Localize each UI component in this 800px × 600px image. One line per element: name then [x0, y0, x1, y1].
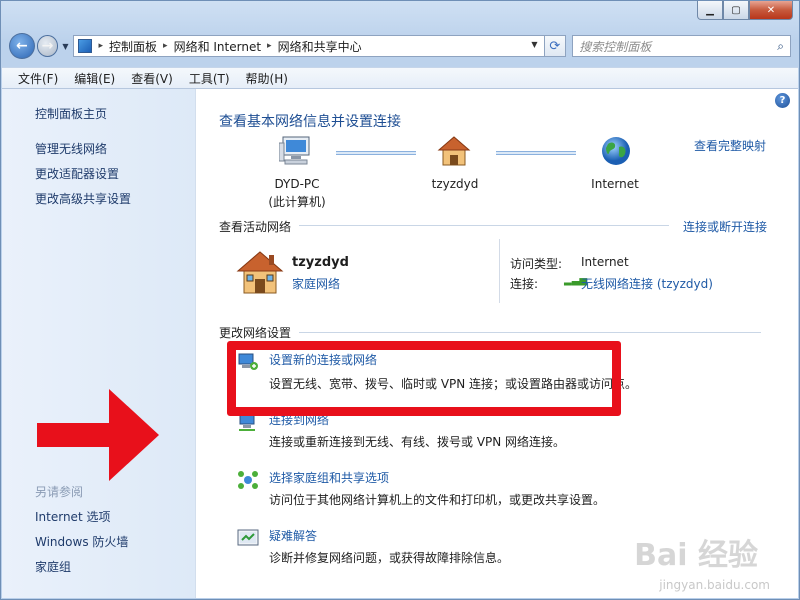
node-label: tzyzdyd — [431, 177, 479, 191]
maximize-button[interactable]: ▢ — [723, 1, 749, 20]
search-placeholder: 搜索控制面板 — [579, 39, 652, 54]
refresh-icon: ⟳ — [549, 38, 561, 54]
search-icon[interactable]: ⌕ — [777, 39, 784, 54]
menu-file[interactable]: 文件(F) — [10, 70, 66, 87]
vertical-divider — [499, 239, 500, 303]
connection-label: 连接: — [510, 277, 539, 291]
wireless-connection-link[interactable]: 无线网络连接 (tzyzdyd) — [581, 275, 713, 292]
baidu-watermark-logo: Bai 经验 — [634, 538, 758, 573]
active-network-label: 查看活动网络 — [219, 220, 292, 234]
network-type-link[interactable]: 家庭网络 — [292, 275, 340, 292]
task-connect-description: 连接或重新连接到无线、有线、拨号或 VPN 网络连接。 — [269, 435, 566, 449]
breadcrumb-separator[interactable]: ▸ — [96, 41, 107, 51]
task-sidebar: 控制面板主页 管理无线网络 更改适配器设置 更改高级共享设置 另请参阅 Inte… — [2, 89, 196, 598]
refresh-button[interactable]: ⟳ — [544, 35, 567, 57]
menu-edit[interactable]: 编辑(E) — [66, 70, 123, 87]
sidebar-link-firewall[interactable]: Windows 防火墙 — [35, 533, 128, 550]
highlight-box — [227, 341, 621, 416]
menu-view[interactable]: 查看(V) — [123, 70, 181, 87]
arrow-right-icon: → — [41, 38, 54, 54]
connect-disconnect-link[interactable]: 连接或断开连接 — [683, 218, 767, 235]
task-troubleshoot[interactable]: 疑难解答 — [269, 527, 317, 544]
full-map-link[interactable]: 查看完整映射 — [694, 137, 766, 154]
baidu-watermark-url: jingyan.baidu.com — [659, 578, 770, 592]
sidebar-link-manage-wireless[interactable]: 管理无线网络 — [35, 140, 107, 157]
page-title: 查看基本网络信息并设置连接 — [219, 114, 401, 130]
breadcrumb-separator[interactable]: ▸ — [264, 41, 275, 51]
task-homegroup-description: 访问位于其他网络计算机上的文件和打印机，或更改共享设置。 — [269, 493, 606, 507]
breadcrumb-network-internet[interactable]: 网络和 Internet — [171, 38, 264, 55]
active-network-name: tzyzdyd — [292, 255, 349, 270]
back-button[interactable]: ← — [9, 33, 35, 59]
node-sublabel: (此计算机) — [268, 195, 326, 209]
content-area: 控制面板主页 管理无线网络 更改适配器设置 更改高级共享设置 另请参阅 Inte… — [2, 89, 798, 598]
troubleshoot-icon — [237, 529, 259, 546]
node-label: DYD-PC — [274, 177, 320, 191]
node-label: Internet — [591, 177, 639, 191]
close-button[interactable]: ✕ — [749, 1, 793, 20]
task-homegroup-sharing[interactable]: 选择家庭组和共享选项 — [269, 469, 389, 486]
menu-bar: 文件(F) 编辑(E) 查看(V) 工具(T) 帮助(H) — [2, 67, 798, 89]
section-divider — [299, 332, 761, 333]
task-troubleshoot-description: 诊断并修复网络问题，或获得故障排除信息。 — [269, 551, 510, 565]
connection-line — [336, 151, 416, 155]
access-type-value: Internet — [581, 255, 629, 269]
menu-help[interactable]: 帮助(H) — [238, 70, 296, 87]
menu-tools[interactable]: 工具(T) — [181, 70, 238, 87]
change-settings-label: 更改网络设置 — [219, 326, 292, 340]
network-node-internet: Internet — [577, 177, 653, 191]
computer-icon — [279, 136, 310, 165]
sidebar-see-also-label: 另请参阅 — [35, 485, 84, 499]
navigation-bar: ← → ▼ ▸ 控制面板 ▸ 网络和 Internet ▸ 网络和共享中心 ▼ … — [9, 31, 791, 61]
chevron-down-icon: ▼ — [62, 41, 69, 51]
breadcrumb-separator[interactable]: ▸ — [160, 41, 171, 51]
section-divider — [299, 225, 669, 226]
network-node-pc: DYD-PC (此计算机) — [259, 177, 335, 210]
sidebar-link-internet-options[interactable]: Internet 选项 — [35, 508, 110, 525]
access-type-label: 访问类型: — [510, 257, 563, 271]
forward-button[interactable]: → — [36, 35, 59, 57]
breadcrumb-network-sharing-center[interactable]: 网络和共享中心 — [275, 38, 365, 55]
address-bar[interactable]: ▸ 控制面板 ▸ 网络和 Internet ▸ 网络和共享中心 ▼ — [72, 35, 545, 57]
window-frame: ▁ ▢ ✕ ← → ▼ ▸ 控制面板 ▸ 网络和 Internet ▸ 网络和共… — [0, 0, 800, 600]
search-input[interactable]: 搜索控制面板 ⌕ — [572, 35, 791, 57]
network-folder-icon — [77, 39, 92, 53]
title-buttons: ▁ ▢ ✕ — [697, 1, 793, 20]
globe-icon — [602, 137, 630, 165]
arrow-left-icon: ← — [15, 38, 28, 54]
sidebar-link-adapter-settings[interactable]: 更改适配器设置 — [35, 165, 119, 182]
sidebar-link-control-panel-home[interactable]: 控制面板主页 — [35, 105, 107, 122]
homegroup-icon — [238, 471, 258, 489]
connection-line — [496, 151, 576, 155]
chevron-down-icon[interactable]: ▼ — [531, 40, 537, 49]
red-arrow-icon — [37, 389, 159, 481]
minimize-button[interactable]: ▁ — [697, 1, 723, 20]
sidebar-link-advanced-sharing[interactable]: 更改高级共享设置 — [35, 190, 131, 207]
help-icon[interactable]: ? — [775, 93, 790, 108]
network-node-home: tzyzdyd — [417, 177, 493, 191]
home-network-icon — [437, 136, 471, 166]
home-network-icon — [236, 251, 284, 294]
breadcrumb-control-panel[interactable]: 控制面板 — [106, 38, 160, 55]
sidebar-link-homegroup[interactable]: 家庭组 — [35, 558, 71, 575]
recent-pages-dropdown[interactable]: ▼ — [62, 42, 68, 51]
